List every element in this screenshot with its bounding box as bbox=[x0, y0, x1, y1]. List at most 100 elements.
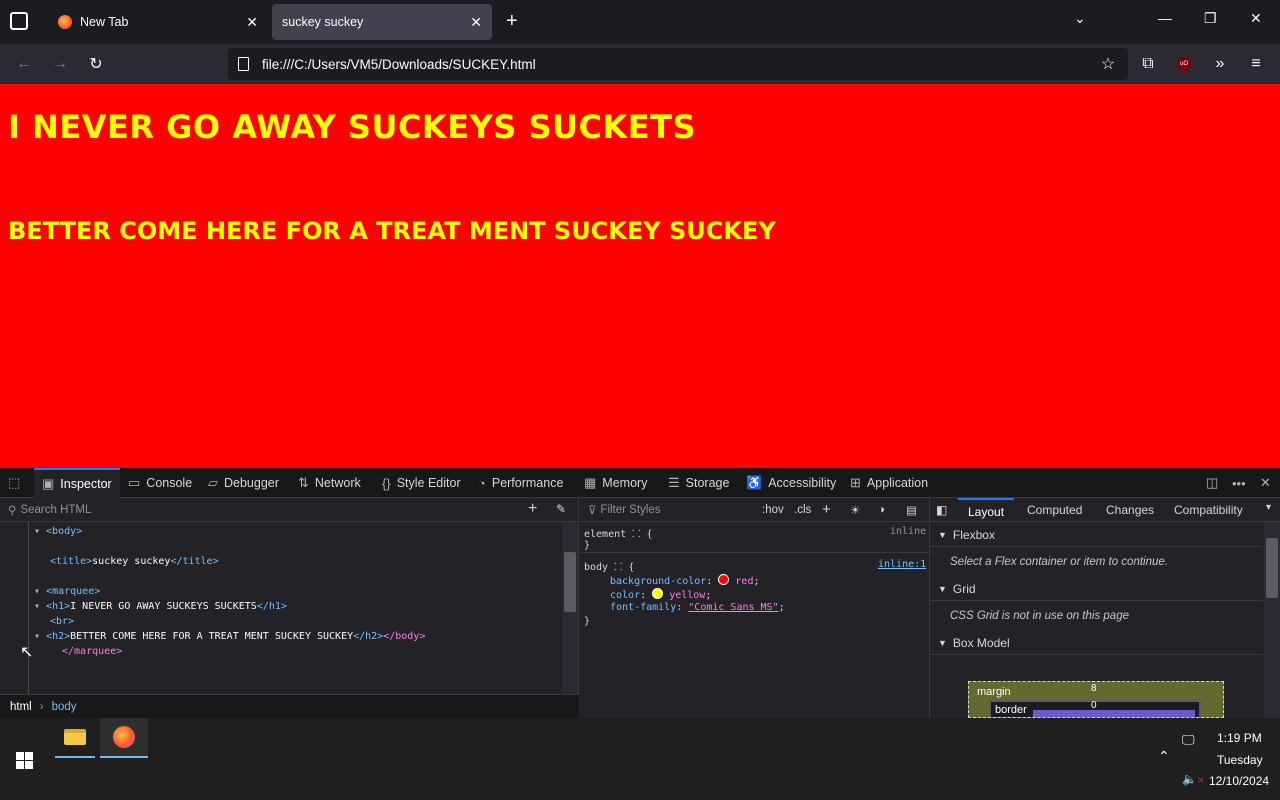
tab-debugger[interactable]: ▱ Debugger bbox=[208, 468, 279, 498]
tab-accessibility[interactable]: ♿ Accessibility bbox=[746, 468, 836, 498]
element-picker-icon[interactable]: ⬚ bbox=[8, 468, 20, 498]
search-icon: ⚲ bbox=[8, 504, 17, 517]
windows-start-icon[interactable] bbox=[16, 752, 33, 769]
chevron-down-icon[interactable]: ⌄ bbox=[1074, 10, 1086, 27]
markup-line-h1[interactable]: ▾ <h1>I NEVER GO AWAY SUCKEYS SUCKETS</h… bbox=[34, 601, 287, 612]
url-text: file:///C:/Users/VM5/Downloads/SUCKEY.ht… bbox=[262, 56, 536, 72]
search-input[interactable]: Search HTML bbox=[20, 504, 91, 516]
bookmark-star-icon[interactable]: ☆ bbox=[1096, 52, 1120, 76]
tab-style-editor[interactable]: {} Style Editor bbox=[382, 468, 461, 498]
clock-date[interactable]: 12/10/2024 bbox=[1209, 774, 1269, 788]
margin-value[interactable]: 8 bbox=[1091, 683, 1097, 694]
sidebar-toggle-icon[interactable]: ◧ bbox=[936, 503, 947, 517]
close-icon[interactable]: ✕ bbox=[246, 14, 258, 31]
restore-button[interactable]: ❐ bbox=[1204, 10, 1217, 27]
forward-button[interactable]: → bbox=[48, 52, 72, 76]
close-icon[interactable]: ✕ bbox=[470, 14, 482, 31]
tab-application[interactable]: ⊞ Application bbox=[850, 468, 928, 498]
back-button[interactable]: ← bbox=[12, 52, 36, 76]
layout-scrollbar[interactable] bbox=[1264, 522, 1280, 718]
tab-computed[interactable]: Computed bbox=[1027, 503, 1082, 517]
network-icon[interactable]: 🖵 bbox=[1182, 732, 1195, 748]
more-options-icon[interactable]: ••• bbox=[1232, 468, 1246, 498]
prop-color[interactable]: color: yellow; bbox=[610, 588, 711, 601]
rules-toolbar: ⊽ Filter Styles :hov .cls + ☀ ◑ ▤ bbox=[580, 498, 930, 522]
tab-inspector[interactable]: ▣ Inspector bbox=[34, 468, 120, 498]
new-tab-button[interactable]: + bbox=[506, 10, 518, 33]
tab-console[interactable]: ▭ Console bbox=[128, 468, 192, 498]
url-bar[interactable]: file:///C:/Users/VM5/Downloads/SUCKEY.ht… bbox=[228, 48, 1128, 80]
page-heading-1: I NEVER GO AWAY SUCKEYS SUCKETS bbox=[8, 108, 696, 146]
show-hidden-icons-icon[interactable]: ⌃ bbox=[1158, 748, 1170, 765]
tab-new-tab[interactable]: New Tab ✕ bbox=[48, 4, 268, 40]
dock-icon[interactable]: ◫ bbox=[1206, 468, 1218, 498]
devtools-toolbar: ⬚ ▣ Inspector ▭ Console ▱ Debugger ⇅ Network… bbox=[0, 468, 1280, 498]
tab-memory[interactable]: ▦ Memory bbox=[584, 468, 647, 498]
markup-line-br[interactable]: <br> bbox=[50, 616, 74, 627]
ublock-icon[interactable]: uO bbox=[1172, 52, 1196, 76]
window-close-button[interactable]: ✕ bbox=[1250, 10, 1262, 27]
extensions-icon[interactable]: ⧉ bbox=[1136, 52, 1160, 76]
reload-button[interactable]: ↻ bbox=[84, 52, 108, 76]
volume-muted-icon[interactable]: 🔈✕ bbox=[1182, 772, 1205, 786]
console-icon: ▭ bbox=[128, 475, 141, 490]
tab-network[interactable]: ⇅ Network bbox=[298, 468, 361, 498]
dark-mode-icon[interactable]: ◑ bbox=[878, 504, 885, 516]
hov-toggle[interactable]: :hov bbox=[762, 504, 784, 516]
markup-line-title[interactable]: <title>suckey suckey</title> bbox=[50, 556, 219, 567]
print-icon[interactable]: ▤ bbox=[906, 503, 917, 517]
chevron-down-icon[interactable]: ▾ bbox=[1266, 502, 1271, 513]
overflow-icon[interactable]: » bbox=[1208, 52, 1232, 76]
hamburger-menu-icon[interactable]: ≡ bbox=[1244, 52, 1268, 76]
tab-compatibility[interactable]: Compatibility bbox=[1174, 503, 1243, 517]
rule-element[interactable]: element ⸬ { bbox=[584, 526, 653, 540]
rule-body[interactable]: body ⸬ { bbox=[584, 559, 634, 573]
red-swatch-icon[interactable] bbox=[718, 574, 730, 585]
layout-view: ◧ Layout Computed Changes Compatibility … bbox=[930, 498, 1280, 718]
rule-element-close: } bbox=[584, 540, 591, 551]
grid-icon: ⊞ bbox=[850, 475, 861, 490]
rule-divider bbox=[580, 552, 930, 553]
markup-line-marquee-close[interactable]: </marquee> bbox=[62, 646, 122, 657]
tab-performance[interactable]: ◔ Performance bbox=[478, 468, 563, 498]
taskbar: ⌃ 🖵 🔈✕ 1:19 PM Tuesday 12/10/2024 bbox=[0, 718, 1280, 800]
page-heading-2: BETTER COME HERE FOR A TREAT MENT SUCKEY… bbox=[8, 217, 776, 245]
add-node-icon[interactable]: + bbox=[528, 500, 537, 518]
grid-section[interactable]: ▼ Grid bbox=[930, 577, 1263, 601]
add-rule-icon[interactable]: + bbox=[822, 501, 831, 518]
markup-line-marquee[interactable]: ▾ <marquee> bbox=[34, 586, 100, 597]
minimize-button[interactable]: — bbox=[1158, 10, 1172, 26]
cls-toggle[interactable]: .cls bbox=[794, 504, 811, 516]
rule-body-source[interactable]: inline:1 bbox=[878, 559, 926, 570]
flexbox-section[interactable]: ▼ Flexbox bbox=[930, 523, 1263, 547]
yellow-swatch-icon[interactable] bbox=[652, 588, 664, 599]
box-model-border[interactable]: border 0 bbox=[989, 700, 1201, 717]
inspector-icon: ▣ bbox=[42, 476, 55, 491]
box-model-padding[interactable] bbox=[1033, 710, 1195, 717]
markup-line-body[interactable]: ▾ <body> bbox=[34, 526, 82, 537]
filter-styles-input[interactable]: Filter Styles bbox=[600, 504, 660, 516]
markup-scrollbar[interactable] bbox=[562, 522, 578, 694]
prop-font-family[interactable]: font-family: "Comic Sans MS"; bbox=[610, 602, 785, 613]
clock-day[interactable]: Tuesday bbox=[1217, 753, 1263, 767]
file-explorer-icon[interactable] bbox=[55, 718, 95, 758]
eyedropper-icon[interactable]: ✎ bbox=[556, 502, 566, 516]
html-search-bar[interactable]: ⚲ Search HTML + ✎ bbox=[0, 498, 579, 522]
tab-changes[interactable]: Changes bbox=[1106, 503, 1154, 517]
box-model-margin[interactable]: margin 8 border 0 bbox=[968, 681, 1224, 718]
breadcrumb-body[interactable]: body bbox=[52, 701, 77, 713]
tab-label: New Tab bbox=[80, 15, 129, 29]
box-model-section[interactable]: ▼ Box Model bbox=[930, 631, 1263, 655]
debugger-icon: ▱ bbox=[208, 475, 218, 490]
markup-line-h2[interactable]: ▾ <h2>BETTER COME HERE FOR A TREAT MENT … bbox=[34, 631, 425, 642]
light-mode-icon[interactable]: ☀ bbox=[850, 503, 860, 517]
tab-suckey[interactable]: suckey suckey ✕ bbox=[272, 4, 492, 40]
prop-background-color[interactable]: background-color: red; bbox=[610, 574, 760, 587]
close-devtools-icon[interactable]: ✕ bbox=[1260, 468, 1271, 498]
clock-time[interactable]: 1:19 PM bbox=[1217, 731, 1262, 745]
tab-storage[interactable]: ☰ Storage bbox=[668, 468, 729, 498]
breadcrumb-html[interactable]: html bbox=[10, 701, 32, 713]
tab-layout[interactable]: Layout bbox=[958, 498, 1015, 522]
list-all-tabs-icon[interactable] bbox=[10, 12, 28, 30]
firefox-taskbar-icon[interactable] bbox=[100, 718, 148, 758]
